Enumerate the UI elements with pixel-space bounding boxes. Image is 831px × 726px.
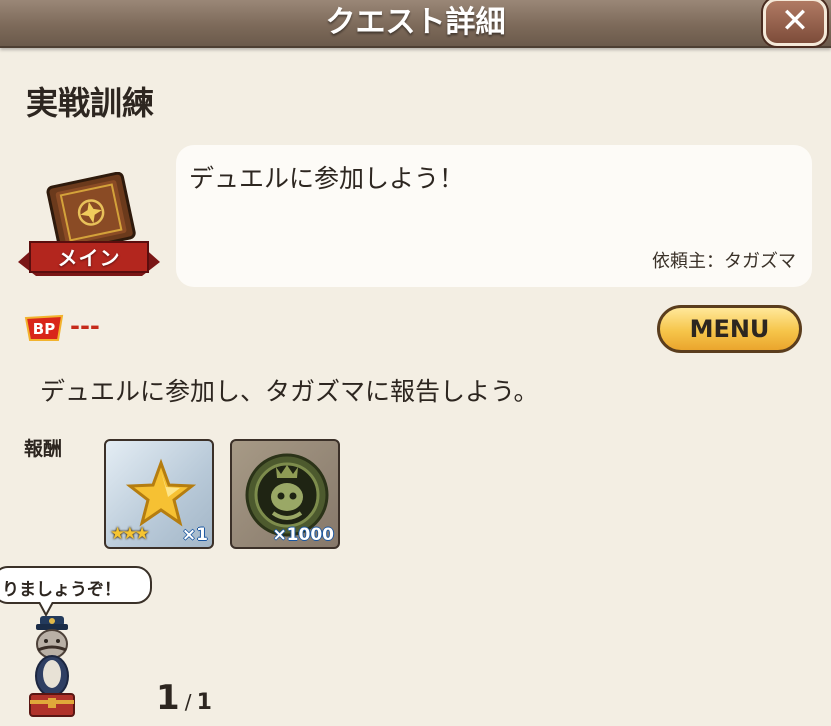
menu-button[interactable]: MENU (657, 305, 802, 353)
quest-description: デュエルに参加し、タガズマに報告しよう。 (40, 377, 539, 406)
reward-label: 報酬 (24, 438, 63, 460)
speech-bubble: りましょうぞ！ (0, 566, 152, 604)
speech-text: りましょうぞ！ (2, 580, 121, 600)
quest-client: 依頼主：タガズマ (652, 251, 796, 272)
page-title: クエスト詳細 (325, 5, 506, 40)
quest-summary: デュエルに参加しよう！ (189, 164, 465, 193)
main-quest-emblem: メイン (14, 172, 164, 292)
page-total: 1 (196, 690, 212, 715)
page-current: 1 (156, 678, 180, 718)
quest-type-badge: メイン (57, 246, 121, 270)
assistant-character-icon[interactable] (20, 614, 84, 720)
pagination: 1 / 1 (156, 678, 212, 718)
rarity-stars: ★★★ (110, 524, 150, 544)
bp-value: --- (70, 312, 100, 340)
close-button[interactable]: ✕ (763, 0, 827, 46)
quest-info-card: デュエルに参加しよう！ 依頼主：タガズマ (176, 145, 812, 287)
svg-text:BP: BP (33, 320, 55, 338)
header-bar: クエスト詳細 ✕ (0, 0, 831, 48)
bp-icon: BP (24, 314, 64, 341)
reward-quantity: ×1000 (272, 525, 334, 545)
page-separator: / (184, 690, 192, 714)
reward-item-star[interactable]: ★★★ ×1 (104, 439, 214, 549)
quest-title: 実戦訓練 (26, 84, 155, 122)
reward-quantity: ×1 (181, 525, 208, 545)
book-icon (18, 172, 160, 276)
reward-item-medal[interactable]: ×1000 (230, 439, 340, 549)
